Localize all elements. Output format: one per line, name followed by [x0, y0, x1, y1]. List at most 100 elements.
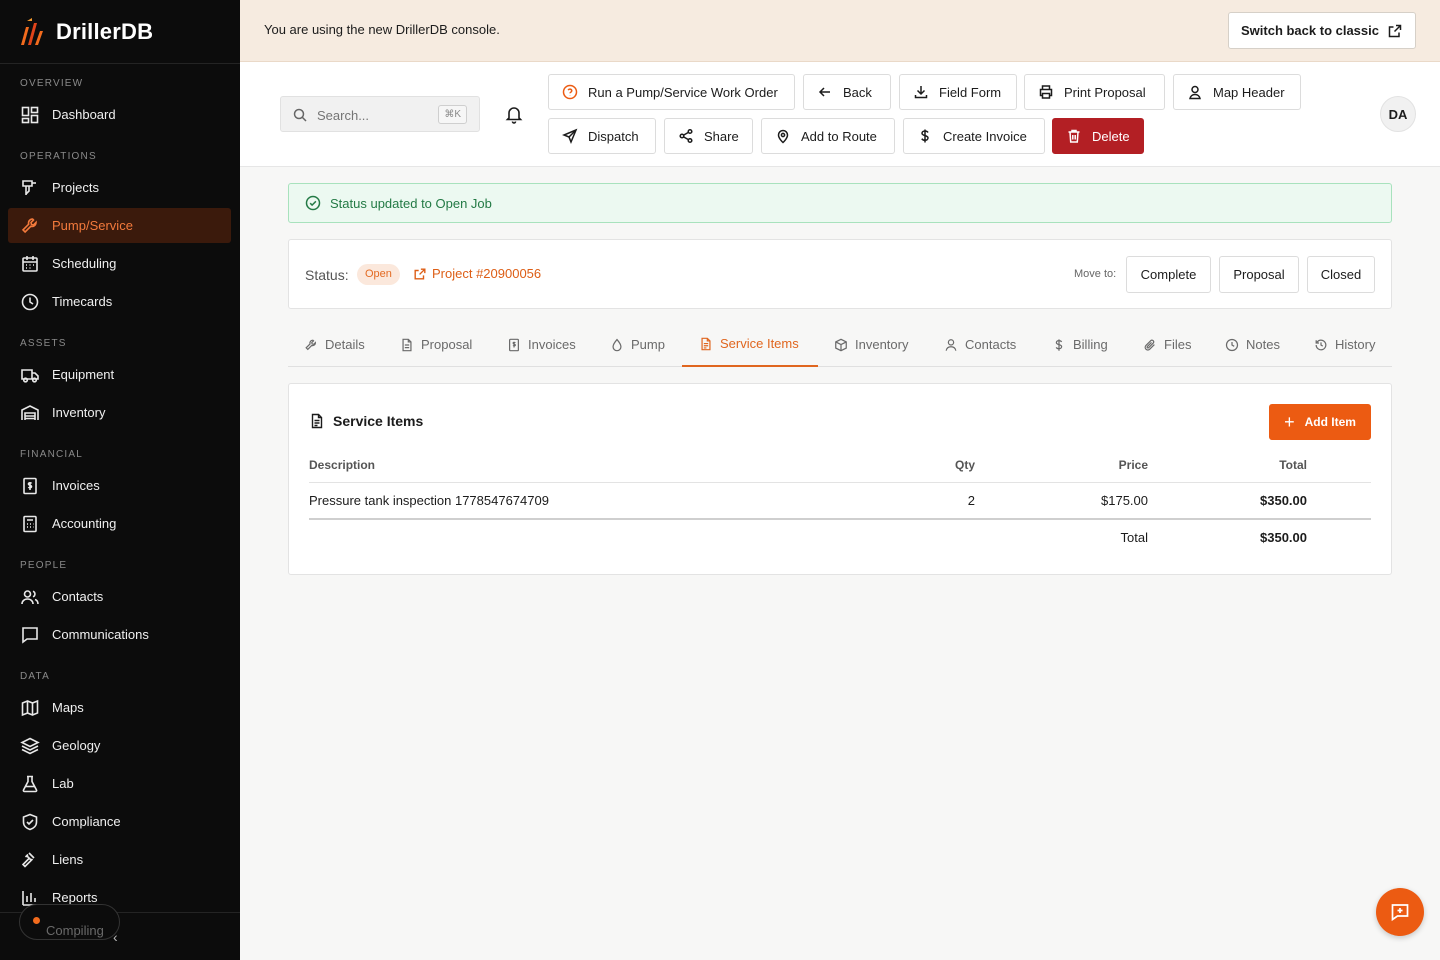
column-header-qty: Qty	[954, 458, 975, 472]
sidebar-item-projects[interactable]: Projects	[8, 170, 231, 205]
service-items-heading: Service Items	[309, 413, 423, 429]
sidebar-item-label: Compliance	[52, 814, 121, 829]
move-to-complete-button[interactable]: Complete	[1126, 256, 1211, 293]
move-to-label: Move to:	[1074, 268, 1117, 280]
tab-service-items[interactable]: Service Items	[682, 322, 818, 367]
tab-history[interactable]: History	[1314, 322, 1375, 367]
tab-contacts[interactable]: Contacts	[944, 322, 1016, 367]
share-icon	[679, 128, 693, 144]
share-button[interactable]: Share	[664, 118, 753, 154]
check-circle-icon	[305, 195, 321, 211]
user-pin-icon	[1189, 85, 1201, 100]
map-header-label: Map Header	[1213, 84, 1285, 100]
sidebar-item-scheduling[interactable]: Scheduling	[8, 246, 231, 281]
plus-icon: +	[1284, 412, 1295, 432]
sidebar-item-label: Maps	[52, 700, 84, 715]
status-card: Status: Open Project #20900056 Move to: …	[288, 239, 1392, 309]
cell-price: $175.00	[1101, 493, 1148, 508]
add-to-route-button[interactable]: Add to Route	[761, 118, 895, 154]
sidebar-item-communications[interactable]: Communications	[8, 617, 231, 652]
tab-billing[interactable]: Billing	[1052, 322, 1108, 367]
sidebar-item-maps[interactable]: Maps	[8, 690, 231, 725]
move-to-proposal-button[interactable]: Proposal	[1219, 256, 1299, 293]
avatar[interactable]: DA	[1380, 96, 1416, 132]
column-header-price: Price	[1118, 458, 1148, 472]
drillerdb-logo-icon	[21, 17, 43, 45]
sidebar-item-compliance[interactable]: Compliance	[8, 804, 231, 839]
sidebar-item-label: Equipment	[52, 367, 115, 382]
compiling-indicator: Compiling	[19, 904, 120, 940]
history-icon	[1315, 339, 1327, 350]
run-work-order-button[interactable]: Run a Pump/Service Work Order	[548, 74, 795, 110]
sidebar-item-accounting[interactable]: Accounting	[8, 506, 231, 541]
switch-to-classic-label: Switch back to classic	[1240, 23, 1379, 38]
wrench-icon	[21, 217, 37, 233]
sidebar-item-dashboard[interactable]: Dashboard	[8, 97, 231, 132]
map-pin-icon	[777, 129, 789, 144]
row-divider	[309, 482, 1371, 483]
create-invoice-label: Create Invoice	[943, 128, 1027, 144]
section-label-people: PEOPLE	[20, 560, 68, 571]
run-work-order-label: Run a Pump/Service Work Order	[588, 84, 778, 100]
section-label-financial: FINANCIAL	[20, 449, 84, 460]
tab-label: Details	[325, 337, 365, 352]
sidebar-item-geology[interactable]: Geology	[8, 728, 231, 763]
sidebar-item-liens[interactable]: Liens	[8, 842, 231, 877]
cell-description: Pressure tank inspection 1778547674709	[309, 493, 549, 508]
move-to-closed-button[interactable]: Closed	[1307, 256, 1375, 293]
total-divider	[309, 518, 1371, 520]
sidebar-item-equipment[interactable]: Equipment	[8, 357, 231, 392]
sidebar-item-label: Invoices	[52, 478, 100, 493]
sidebar-item-label: Communications	[52, 627, 149, 642]
sidebar-item-label: Geology	[52, 738, 101, 753]
add-item-button[interactable]: + Add Item	[1269, 404, 1371, 440]
back-label: Back	[843, 84, 872, 100]
add-item-label: Add Item	[1304, 415, 1356, 429]
bell-icon[interactable]	[504, 104, 524, 124]
tab-inventory[interactable]: Inventory	[834, 322, 908, 367]
invoice-icon	[23, 477, 37, 494]
sidebar-item-inventory[interactable]: Inventory	[8, 395, 231, 430]
field-form-button[interactable]: Field Form	[899, 74, 1017, 110]
sidebar-item-lab[interactable]: Lab	[8, 766, 231, 801]
tab-label: Service Items	[720, 336, 799, 351]
dashboard-icon	[21, 106, 39, 123]
tab-proposal[interactable]: Proposal	[400, 322, 472, 367]
create-invoice-button[interactable]: Create Invoice	[903, 118, 1045, 154]
banner-text: You are using the new DrillerDB console.	[264, 22, 500, 37]
chevron-left-icon[interactable]: ‹	[113, 929, 118, 945]
warehouse-icon	[21, 404, 39, 420]
back-button[interactable]: Back	[803, 74, 891, 110]
dispatch-button[interactable]: Dispatch	[548, 118, 656, 154]
dispatch-label: Dispatch	[588, 128, 639, 144]
tab-details[interactable]: Details	[304, 322, 365, 367]
delete-button[interactable]: Delete	[1052, 118, 1144, 154]
feedback-button[interactable]	[1376, 888, 1424, 936]
map-header-button[interactable]: Map Header	[1173, 74, 1301, 110]
cell-total: $350.00	[1260, 493, 1307, 508]
tab-pump[interactable]: Pump	[610, 322, 665, 367]
sidebar-item-label: Dashboard	[52, 107, 116, 122]
tab-label: Contacts	[965, 337, 1017, 352]
project-link[interactable]: Project #20900056	[413, 266, 541, 281]
switch-to-classic-button[interactable]: Switch back to classic	[1227, 12, 1416, 49]
sidebar-item-pump-service[interactable]: Pump/Service	[8, 208, 231, 243]
search-input[interactable]	[317, 105, 427, 125]
search-icon	[293, 108, 307, 122]
tab-notes[interactable]: Notes	[1225, 322, 1280, 367]
brand-name: DrillerDB	[56, 18, 154, 44]
status-badge: Open	[357, 264, 400, 285]
file-icon	[402, 338, 412, 351]
search-box[interactable]: ⌘K	[280, 96, 480, 132]
sidebar-item-timecards[interactable]: Timecards	[8, 284, 231, 319]
tab-files[interactable]: Files	[1143, 322, 1191, 367]
tab-label: History	[1335, 337, 1376, 352]
tab-invoices[interactable]: Invoices	[507, 322, 576, 367]
print-proposal-button[interactable]: Print Proposal	[1024, 74, 1165, 110]
detail-tabs: Details Proposal Invoices Pump Service I…	[288, 322, 1392, 367]
footer-total-label: Total	[1120, 530, 1148, 545]
brand[interactable]: DrillerDB	[0, 0, 240, 64]
sidebar: DrillerDB OVERVIEW Dashboard OPERATIONS …	[0, 0, 240, 960]
sidebar-item-invoices[interactable]: Invoices	[8, 468, 231, 503]
sidebar-item-contacts[interactable]: Contacts	[8, 579, 231, 614]
